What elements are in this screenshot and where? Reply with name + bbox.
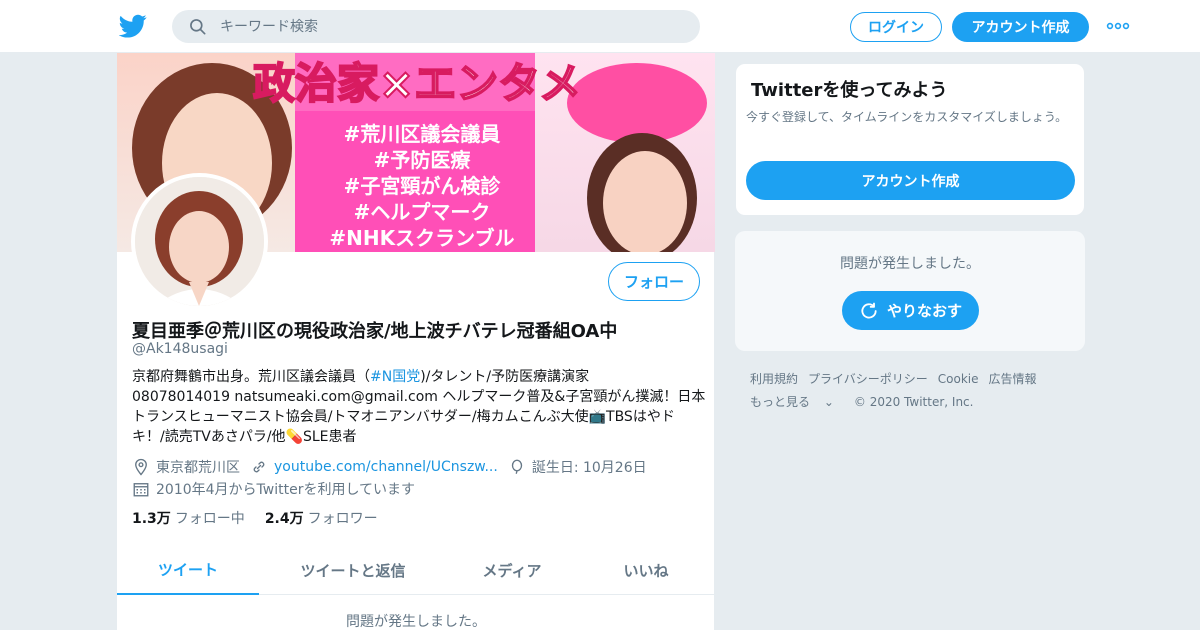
profile-meta-row: 東京都荒川区 youtube.com/channel/UCnszw... 誕生日… [132, 457, 647, 477]
follow-button[interactable]: フォロー [608, 262, 700, 301]
sidebar-error-card: 問題が発生しました。 やりなおす [735, 231, 1085, 351]
profile-location: 東京都荒川区 [156, 460, 240, 476]
profile-card: 政治家×エンタメ #荒川区議会議員 #予防医療 #子宮頸がん検診 #ヘルプマーク… [116, 53, 715, 630]
banner-tag-1: #荒川区議会議員 [344, 122, 501, 146]
retry-button[interactable]: やりなおす [842, 291, 979, 330]
profile-joined-date: 2010年4月からTwitterを利用しています [156, 482, 416, 498]
footer-link-cookie[interactable]: Cookie [938, 372, 979, 386]
footer-copyright: © 2020 Twitter, Inc. [853, 395, 974, 409]
search-input[interactable] [220, 10, 680, 43]
signup-card: Twitterを使ってみよう 今すぐ登録して、タイムラインをカスタマイズしましょ… [735, 63, 1085, 216]
profile-meta-row: 2010年4月からTwitterを利用しています [132, 479, 415, 499]
location-pin-icon [135, 458, 147, 476]
following-stat[interactable]: 1.3万 フォロー中 [132, 508, 245, 528]
footer-link-terms[interactable]: 利用規約 [750, 372, 798, 386]
avatar[interactable] [131, 173, 268, 310]
avatar-image [135, 177, 264, 306]
profile-birthday: 誕生日: 10月26日 [531, 460, 647, 476]
banner-tag-5: #NHKスクランブル [329, 226, 514, 250]
banner-tag-4: #ヘルプマーク [354, 200, 491, 224]
link-icon [253, 461, 265, 473]
calendar-icon [133, 483, 149, 497]
chevron-down-icon: ⌄ [820, 395, 834, 409]
signup-card-button[interactable]: アカウント作成 [746, 161, 1075, 200]
signup-card-title: Twitterを使ってみよう [751, 80, 948, 101]
profile-url-link[interactable]: youtube.com/channel/UCnszw... [274, 459, 498, 475]
retry-button-label: やりなおす [886, 302, 962, 320]
tab-tweets-and-replies[interactable]: ツイートと返信 [259, 545, 447, 595]
bio-text: )/タレント/予防医療講演家 [420, 369, 590, 385]
balloon-icon [511, 459, 523, 474]
signup-button[interactable]: アカウント作成 [952, 12, 1089, 42]
footer-link-privacy[interactable]: プライバシーポリシー [808, 372, 928, 386]
top-navigation-bar: ログイン アカウント作成 [0, 0, 1200, 53]
followers-label: フォロワー [307, 511, 378, 527]
sidebar-error-text: 問題が発生しました。 [840, 256, 980, 272]
footer-link-ads[interactable]: 広告情報 [989, 372, 1037, 386]
footer-links: 利用規約 プライバシーポリシー Cookie 広告情報 もっと見る ⌄ © 2020 T… [750, 368, 1090, 414]
timeline-error-text: 問題が発生しました。 [346, 614, 486, 630]
tab-media[interactable]: メディア [447, 545, 577, 595]
profile-name: 夏目亜季＠荒川区の現役政治家/地上波チバテレ冠番組OA中 [132, 321, 618, 342]
footer-link-more[interactable]: もっと見る ⌄ [750, 395, 844, 409]
following-count: 1.3万 [132, 511, 171, 527]
profile-tabs: ツイート ツイートと返信 メディア いいね [117, 545, 715, 595]
banner-title: 政治家×エンタメ [253, 59, 581, 108]
followers-stat[interactable]: 2.4万 フォロワー [265, 508, 378, 528]
profile-handle[interactable]: @Ak148usagi [132, 341, 228, 357]
search-box[interactable] [172, 10, 700, 43]
refresh-icon [861, 302, 877, 319]
bio-text: 京都府舞鶴市出身。荒川区議会議員（ [132, 369, 370, 385]
bio-text: 08078014019 natsumeaki.com@gmail.com ヘルプ… [132, 389, 706, 445]
footer-more-label: もっと見る [750, 395, 811, 409]
profile-bio: 京都府舞鶴市出身。荒川区議会議員（#N国党)/タレント/予防医療講演家 0807… [132, 367, 707, 447]
login-button[interactable]: ログイン [850, 12, 942, 42]
signup-card-description: 今すぐ登録して、タイムラインをカスタマイズしましょう。 [746, 110, 1068, 124]
followers-count: 2.4万 [264, 511, 304, 527]
banner-tag-2: #予防医療 [374, 148, 471, 172]
following-label: フォロー中 [174, 511, 245, 527]
bio-hashtag-link[interactable]: #N国党 [370, 369, 420, 385]
more-options-icon[interactable] [1106, 20, 1130, 32]
profile-stats: 1.3万 フォロー中 2.4万 フォロワー [132, 508, 378, 528]
tab-tweets[interactable]: ツイート [117, 545, 259, 595]
banner-tag-3: #子宮頸がん検診 [344, 174, 502, 198]
search-icon [190, 19, 206, 35]
twitter-bird-icon[interactable] [119, 12, 147, 40]
tab-likes[interactable]: いいね [577, 545, 715, 595]
